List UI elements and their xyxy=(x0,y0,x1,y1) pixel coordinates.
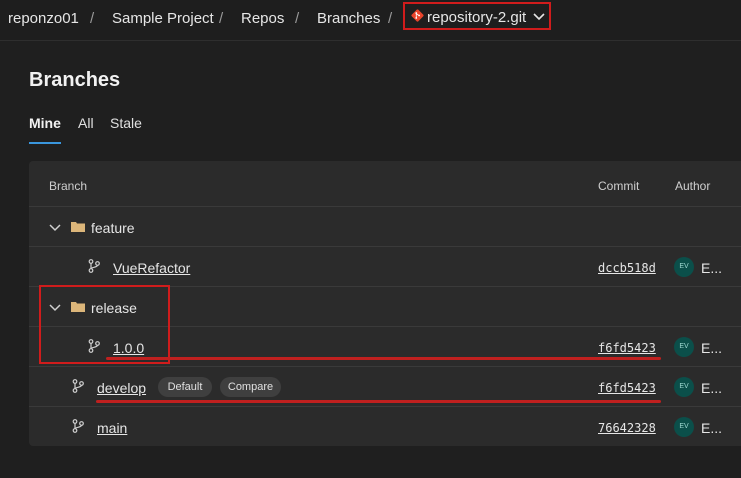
author-name: E... xyxy=(701,380,723,396)
branch-name-link[interactable]: develop xyxy=(97,380,146,396)
column-header-author[interactable]: Author xyxy=(675,179,710,193)
compare-badge[interactable]: Compare xyxy=(220,377,281,397)
chevron-down-icon[interactable] xyxy=(49,224,61,232)
highlight-underline-develop xyxy=(96,400,661,403)
branch-icon xyxy=(72,379,84,393)
branch-icon xyxy=(88,259,100,273)
table-row-folder-feature[interactable]: feature xyxy=(29,206,741,247)
breadcrumb-separator: / xyxy=(388,10,393,27)
tab-mine[interactable]: Mine xyxy=(29,115,61,131)
breadcrumb-branches[interactable]: Branches xyxy=(317,10,380,28)
author-name: E... xyxy=(701,340,723,356)
avatar: EV xyxy=(674,337,694,357)
branch-name-link[interactable]: VueRefactor xyxy=(113,260,190,276)
commit-link[interactable]: dccb518d xyxy=(598,261,656,275)
commit-link[interactable]: 76642328 xyxy=(598,421,656,435)
repository-picker[interactable]: repository-2.git xyxy=(403,2,551,30)
avatar: EV xyxy=(674,257,694,277)
avatar: EV xyxy=(674,377,694,397)
commit-link[interactable]: f6fd5423 xyxy=(598,381,656,395)
highlight-underline-1-0-0 xyxy=(106,357,661,360)
folder-icon xyxy=(71,222,85,232)
breadcrumb-project[interactable]: Sample Project xyxy=(112,10,214,28)
active-tab-indicator xyxy=(29,142,61,144)
repository-name: repository-2.git xyxy=(427,9,527,26)
default-badge: Default xyxy=(158,377,212,397)
commit-link[interactable]: f6fd5423 xyxy=(598,341,656,355)
page-title: Branches xyxy=(29,69,121,91)
highlight-box-release xyxy=(39,285,170,364)
tab-stale[interactable]: Stale xyxy=(110,115,142,131)
git-icon xyxy=(411,9,424,22)
table-row-branch-vuerefactor[interactable]: VueRefactor dccb518d EV E... xyxy=(29,246,741,287)
column-header-commit[interactable]: Commit xyxy=(598,179,639,193)
breadcrumb-separator: / xyxy=(219,10,224,27)
top-header: reponzo01 / Sample Project / Repos / Bra… xyxy=(0,0,741,41)
branch-icon xyxy=(72,419,84,433)
chevron-down-icon xyxy=(533,13,545,21)
table-row-branch-main[interactable]: main 76642328 EV E... xyxy=(29,406,741,447)
breadcrumb-separator: / xyxy=(295,10,300,27)
author-name: E... xyxy=(701,260,723,276)
breadcrumb-separator: / xyxy=(90,10,95,27)
author-name: E... xyxy=(701,420,723,436)
tab-all[interactable]: All xyxy=(78,115,94,131)
breadcrumb-repos[interactable]: Repos xyxy=(241,10,284,28)
folder-name: feature xyxy=(91,220,135,236)
breadcrumb-org[interactable]: reponzo01 xyxy=(8,10,79,28)
avatar: EV xyxy=(674,417,694,437)
branch-name-link[interactable]: main xyxy=(97,420,127,436)
column-header-branch[interactable]: Branch xyxy=(49,179,87,193)
